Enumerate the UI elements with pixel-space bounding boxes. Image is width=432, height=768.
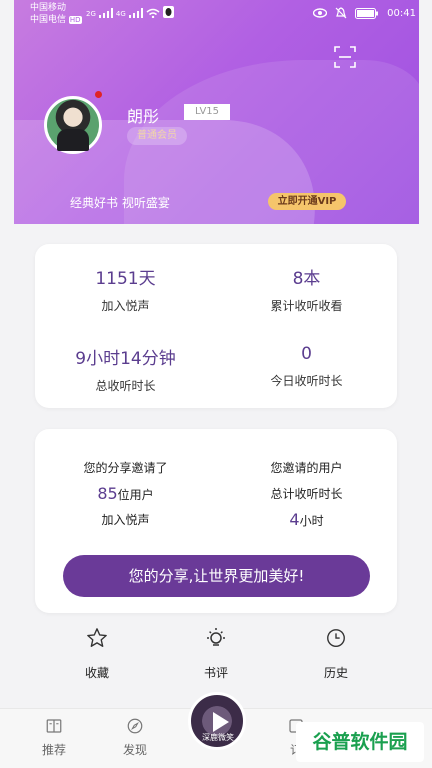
lightbulb-icon (207, 628, 225, 646)
book-icon (46, 719, 62, 733)
stat-label: 今日收听时长 (270, 374, 343, 388)
network-indicators: 2G 4G (86, 6, 174, 18)
share-button[interactable]: 您的分享,让世界更加美好! (63, 555, 370, 597)
stat-today-listen: 0 今日收听时长 (216, 344, 397, 389)
stat-value: 1151天 (95, 269, 156, 289)
invite-right-line1: 您邀请的用户 (270, 461, 343, 475)
compass-icon (127, 718, 143, 734)
favorites-label: 收藏 (84, 666, 109, 680)
scan-icon[interactable] (334, 46, 356, 68)
invite-left-count: 85位用户 (35, 481, 216, 507)
username: 朗彤 (127, 107, 160, 126)
carrier-1: 中国移动 (30, 3, 67, 13)
stat-value: 9小时14分钟 (75, 349, 176, 369)
stats-card: 1151天 加入悦声 8本 累计收听收看 9小时14分钟 总收听时长 0 今日收… (35, 244, 397, 408)
slogan: 经典好书 视听盛宴 (70, 196, 170, 210)
invite-user-count: 85 (97, 484, 118, 503)
tab-recommend[interactable]: 推荐 (24, 717, 84, 758)
network-1-label: 2G (86, 10, 96, 18)
clock-time: 00:41 (387, 7, 416, 19)
invite-right-hours: 4小时 (216, 507, 397, 533)
reviews-button[interactable]: 书评 (176, 626, 256, 681)
favorites-button[interactable]: 收藏 (57, 626, 137, 681)
now-playing-cover-text: 深鹿微笑 (202, 733, 234, 742)
stat-label: 总收听时长 (95, 379, 156, 393)
stat-value: 8本 (292, 269, 321, 289)
watermark-logo: 谷普软件园 (296, 722, 424, 762)
stat-join-days: 1151天 加入悦声 (35, 264, 216, 314)
now-playing-button[interactable]: 深鹿微笑 (188, 692, 246, 750)
star-icon (87, 628, 107, 647)
status-right: 00:41 (313, 7, 416, 19)
carrier-info: 中国移动 中国电信 HD (30, 2, 82, 26)
stat-books: 8本 累计收听收看 (216, 264, 397, 314)
signal-icon (128, 8, 143, 18)
eye-icon (313, 8, 328, 18)
invite-right-line2: 总计收听时长 (270, 487, 343, 501)
tab-discover[interactable]: 发现 (105, 717, 165, 758)
invite-left-line3: 加入悦声 (101, 513, 150, 527)
avatar[interactable] (44, 96, 102, 154)
hd-badge: HD (68, 16, 82, 24)
network-2-label: 4G (115, 10, 126, 18)
tab-recommend-label: 推荐 (41, 743, 66, 757)
action-row: 收藏 书评 历史 (35, 626, 397, 686)
open-vip-button[interactable]: 立即开通VIP (268, 193, 346, 210)
invite-left: 您的分享邀请了 85位用户 加入悦声 (35, 455, 216, 533)
carrier-2: 中国电信 HD (30, 15, 82, 25)
invite-hours-count: 4 (289, 510, 300, 529)
reviews-label: 书评 (203, 666, 228, 680)
battery-icon (355, 7, 379, 19)
stat-total-listen: 9小时14分钟 总收听时长 (35, 344, 216, 394)
qq-icon (162, 6, 174, 18)
invite-hours-unit: 小时 (299, 514, 324, 528)
wifi-icon (146, 8, 160, 18)
tab-discover-label: 发现 (122, 743, 147, 757)
stat-label: 累计收听收看 (270, 299, 343, 313)
signal-icon (98, 8, 113, 18)
status-bar: 中国移动 中国电信 HD 2G 4G 00:41 (0, 0, 432, 28)
level-badge: LV15 (184, 104, 230, 120)
stat-label: 加入悦声 (101, 299, 150, 313)
history-button[interactable]: 历史 (296, 626, 376, 681)
mute-icon (335, 7, 347, 19)
invite-user-unit: 位用户 (117, 488, 154, 502)
clock-icon (327, 629, 345, 647)
stat-value: 0 (301, 344, 312, 364)
play-icon (213, 712, 229, 732)
invite-right: 您邀请的用户 总计收听时长 4小时 (216, 455, 397, 533)
invite-card: 您的分享邀请了 85位用户 加入悦声 您邀请的用户 总计收听时长 4小时 您的分… (35, 429, 397, 613)
invite-left-line1: 您的分享邀请了 (83, 461, 168, 475)
member-badge: 普通会员 (127, 127, 187, 145)
avatar-figure (57, 129, 89, 151)
notification-dot (95, 91, 102, 98)
history-label: 历史 (323, 666, 348, 680)
